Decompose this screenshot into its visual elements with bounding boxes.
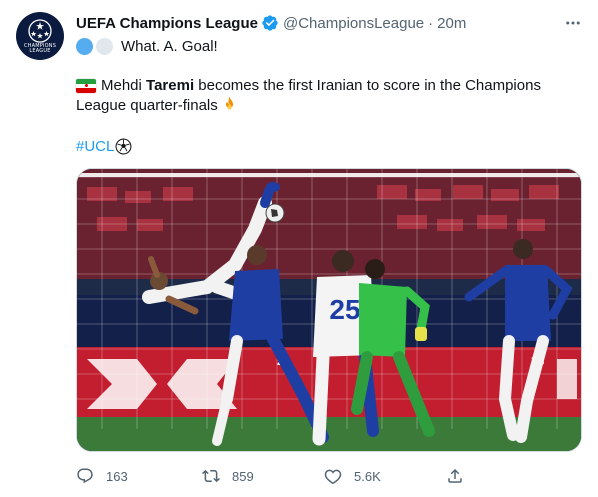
champions-league-starball-logo — [28, 19, 52, 43]
svg-text:25: 25 — [329, 294, 360, 325]
hashtag-link[interactable]: #UCL — [76, 138, 114, 155]
retweet-count: 859 — [232, 468, 254, 484]
paragraph-prefix: Mehdi — [101, 77, 147, 94]
hashtag-line: #UCL — [76, 136, 132, 156]
reply-button[interactable]: 163 — [76, 467, 176, 485]
tweet-header: UEFA Champions League @ChampionsLeague ·… — [76, 13, 466, 33]
tweet-action-bar: 163 859 5.6K — [76, 464, 536, 488]
tweet[interactable]: CHAMPIONS LEAGUE UEFA Champions League @… — [0, 0, 598, 497]
share-button[interactable] — [446, 467, 464, 485]
more-options-icon[interactable] — [564, 14, 582, 32]
like-count: 5.6K — [354, 468, 381, 484]
avatar-text: CHAMPIONS LEAGUE — [23, 43, 57, 54]
verified-badge-icon — [261, 14, 279, 32]
separator-dot: · — [428, 14, 434, 32]
tweet-text-paragraph: Mehdi Taremi becomes the first Iranian t… — [76, 76, 556, 116]
like-button[interactable]: 5.6K — [324, 467, 446, 485]
iran-flag-icon — [76, 79, 96, 93]
fire-icon — [221, 96, 238, 113]
soccer-ball-icon — [115, 138, 132, 155]
player-name: Taremi — [146, 77, 195, 94]
avatar[interactable]: CHAMPIONS LEAGUE — [16, 12, 64, 60]
retweet-button[interactable]: 859 — [202, 467, 324, 485]
blue-circle-icon — [76, 37, 93, 55]
headline-text: What. A. Goal! — [121, 37, 218, 55]
author-handle[interactable]: @ChampionsLeague — [283, 15, 424, 32]
retweet-icon — [202, 469, 220, 483]
reply-icon — [77, 468, 93, 484]
tweet-timestamp[interactable]: 20m — [437, 15, 466, 32]
heart-icon — [324, 469, 342, 485]
white-circle-icon — [96, 37, 113, 55]
reply-count: 163 — [106, 468, 128, 484]
tweet-media-photo[interactable]: 21 25 28 — [76, 168, 582, 452]
tweet-text-line1: What. A. Goal! — [76, 36, 218, 56]
author-name[interactable]: UEFA Champions League — [76, 15, 258, 32]
match-photo: 21 25 28 — [77, 169, 581, 451]
share-icon — [448, 468, 462, 483]
